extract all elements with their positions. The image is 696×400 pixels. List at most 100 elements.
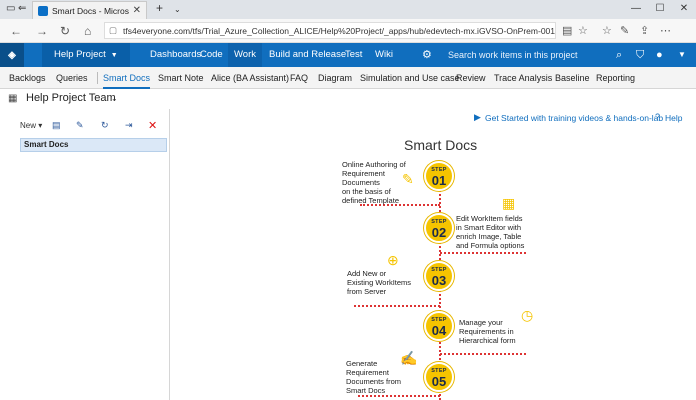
clock-icon: ◷ [521,307,534,323]
more-options-icon[interactable]: ⋯ [660,24,671,37]
search-icon[interactable]: ⌕ [616,43,622,67]
step-04-text: Manage your Requirements in Hierarchical… [459,318,516,345]
step-05-badge: STEP 05 [424,362,454,392]
hub-dashboards[interactable]: Dashboards [150,43,201,67]
browser-tab[interactable]: Smart Docs - Microsoft ✕ [32,1,147,19]
notes-pen-icon[interactable]: ✎ [620,24,629,37]
step-02-text: Edit WorkItem fields in Smart Editor wit… [456,214,525,250]
app-header: ◈ Help Project ▼ Dashboards Code Work Bui… [0,43,696,67]
chevron-down-icon[interactable]: ⌄ [111,94,118,103]
tab-list-chevron-icon[interactable]: ⌄ [174,5,181,14]
edit-icon[interactable]: ✎ [76,120,84,131]
project-name: Help Project [54,49,106,60]
step-05-text: Generate Requirement Documents from Smar… [346,359,402,395]
tab-baseline[interactable]: Baseline [555,67,590,89]
reading-view-icon[interactable]: ▤ [562,24,572,37]
tab-trace-analysis[interactable]: Trace Analysis [494,67,552,89]
team-grid-icon: ▦ [8,93,18,104]
share-icon[interactable]: ⇪ [640,24,649,37]
work-subtabs: Backlogs Queries Smart Docs Smart Note A… [0,67,696,89]
step-02-badge: STEP 02 [424,213,454,243]
tab-faq[interactable]: FAQ [290,67,308,89]
step-05-connector [358,395,440,397]
favorite-star-icon[interactable]: ☆ [578,24,588,37]
close-window-icon[interactable]: ✕ [672,1,696,17]
pencil-icon: ✎ [402,171,414,187]
step-04-badge: STEP 04 [424,311,454,341]
tab-smart-docs[interactable]: Smart Docs [103,67,151,89]
help-question-icon: ? [655,112,661,122]
team-name[interactable]: Help Project Team [26,92,116,104]
new-tab-icon[interactable]: + [156,1,163,15]
refresh-icon[interactable]: ↻ [60,24,70,38]
smart-docs-content: ▶ Get Started with training videos & han… [172,109,696,400]
step-01-badge: STEP 01 [424,161,454,191]
step-number: 03 [431,272,447,288]
page-info-icon[interactable]: ▢ [109,25,117,36]
back-arrow-icon[interactable]: ← [10,24,22,38]
step-number: 04 [431,322,447,338]
tab-review[interactable]: Review [456,67,486,89]
step-number: 02 [431,224,447,240]
hub-test[interactable]: Test [345,43,362,67]
forward-arrow-icon[interactable]: → [36,24,48,38]
getting-started-link[interactable]: Get Started with training videos & hands… [485,113,663,123]
step-number: 05 [431,373,447,389]
maximize-icon[interactable]: ☐ [648,1,672,17]
add-plus-circle-icon: ⊕ [387,252,399,268]
hub-build-and-release[interactable]: Build and Release [269,43,346,67]
new-label: New [20,121,37,130]
step-03-connector [354,305,440,307]
hub-wiki[interactable]: Wiki [375,43,393,67]
new-dropdown-button[interactable]: New ▾ [20,121,42,130]
address-bar-row: ← → ↻ ⌂ ▢ tfs4everyone.com/tfs/Trial_Azu… [0,19,696,43]
step-02-connector [440,252,526,254]
document-grid-icon: ▦ [502,195,516,211]
url-input[interactable]: ▢ tfs4everyone.com/tfs/Trial_Azure_Colle… [104,22,556,39]
team-selector-row: ▦ Help Project Team ⌄ [0,89,696,109]
azure-devops-favicon-icon [38,5,48,16]
edit-document-icon: ✍ [400,350,418,366]
video-play-icon: ▶ [474,112,481,122]
hub-code[interactable]: Code [200,43,223,67]
url-text: tfs4everyone.com/tfs/Trial_Azure_Collect… [123,25,555,36]
home-icon[interactable]: ⌂ [84,24,91,38]
marketplace-bag-icon[interactable]: ⛉ [636,43,644,67]
user-menu-chevron-icon[interactable]: ▼ [678,43,686,67]
step-number: 01 [431,172,447,188]
tab-actions-icon[interactable]: ▭ [6,3,15,14]
hub-work[interactable]: Work [228,43,262,67]
tab-simulation-and-use-case[interactable]: Simulation and Use case [360,67,460,89]
step-03-badge: STEP 03 [424,261,454,291]
tab-reporting[interactable]: Reporting [596,67,635,89]
tab-title: Smart Docs - Microsoft [52,5,129,16]
smart-docs-title: Smart Docs [404,137,478,153]
step-01-text: Online Authoring of Requirement Document… [342,160,406,205]
move-icon[interactable]: ⇥ [125,120,133,131]
refresh-icon[interactable]: ↻ [101,120,109,131]
minimize-icon[interactable]: — [624,1,648,17]
tab-divider [97,72,98,84]
delete-icon[interactable]: ✕ [148,119,157,132]
browser-tab-bar: ▭ ⇐ Smart Docs - Microsoft ✕ + ⌄ — ☐ ✕ [0,0,696,19]
tab-backlogs[interactable]: Backlogs [9,67,46,89]
favorites-list-icon[interactable]: ☆ [602,24,612,37]
left-tree-panel: New ▾ ▤ ✎ ↻ ⇥ ✕ Smart Docs [0,109,170,400]
step-04-connector [440,353,526,355]
new-document-icon[interactable]: ▤ [52,120,61,131]
step-03-text: Add New or Existing WorkItems from Serve… [347,269,412,296]
tab-close-icon[interactable]: ✕ [133,5,141,16]
tab-smart-note[interactable]: Smart Note [158,67,204,89]
back-tabs-icon[interactable]: ⇐ [18,3,26,14]
help-link[interactable]: Help [665,113,682,123]
settings-gear-icon[interactable]: ⚙ [422,43,432,67]
user-avatar-icon[interactable]: ● [656,43,663,67]
azure-devops-logo-icon[interactable]: ◈ [0,43,24,67]
tab-alice-ba-assistant[interactable]: Alice (BA Assistant) [211,67,289,89]
project-selector[interactable]: Help Project ▼ [42,43,130,67]
chevron-down-icon: ▼ [110,52,118,59]
tab-queries[interactable]: Queries [56,67,88,89]
tab-diagram[interactable]: Diagram [318,67,352,89]
tree-item-smart-docs[interactable]: Smart Docs [20,138,167,152]
work-item-search-input[interactable]: Search work items in this project [448,47,608,63]
